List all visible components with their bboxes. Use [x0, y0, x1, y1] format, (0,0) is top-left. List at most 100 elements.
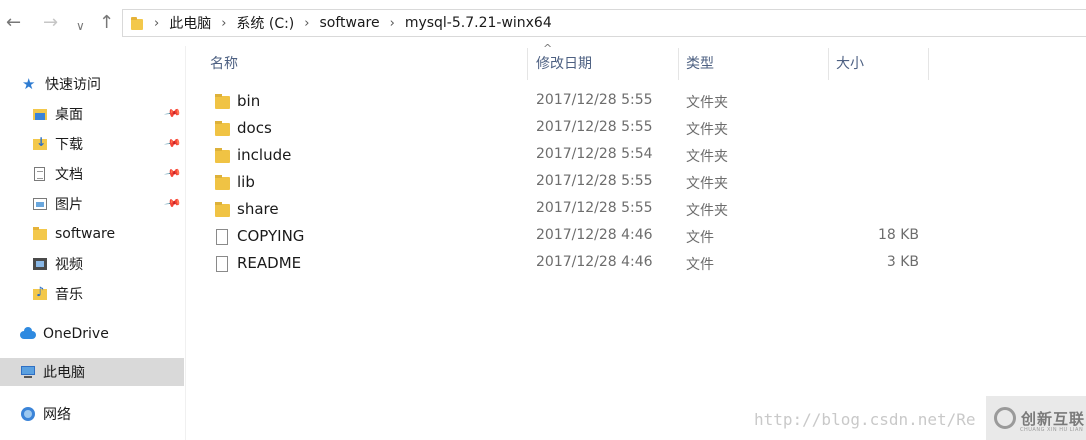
file-type: 文件夹	[686, 122, 728, 138]
downloads-folder-icon	[32, 135, 48, 152]
file-date: 2017/12/28 5:55	[536, 92, 653, 108]
file-date: 2017/12/28 5:55	[536, 200, 653, 216]
sidebar-item-label: 网络	[43, 407, 71, 423]
file-name: share	[237, 200, 279, 218]
file-row[interactable]: lib 2017/12/28 5:55 文件夹	[186, 169, 1086, 196]
folder-icon	[215, 94, 231, 110]
sidebar-item-music[interactable]: 音乐	[32, 280, 184, 308]
breadcrumb-separator-icon[interactable]: ›	[221, 16, 226, 31]
sidebar-item-label: 图片	[55, 197, 83, 213]
address-bar[interactable]: › 此电脑 › 系统 (C:) › software › mysql-5.7.2…	[122, 9, 1086, 37]
file-name: include	[237, 146, 292, 164]
folder-icon	[130, 16, 144, 30]
sidebar-item-onedrive[interactable]: OneDrive	[20, 320, 184, 348]
navigation-pane: ★ 快速访问 桌面 📌 下载 📌 文档 📌 图片 📌 software 视频 音…	[0, 46, 185, 440]
sidebar-item-label: 此电脑	[43, 365, 85, 381]
sidebar-item-label: 文档	[55, 167, 83, 183]
file-type: 文件	[686, 257, 714, 273]
breadcrumb-mysql-folder[interactable]: mysql-5.7.21-winx64	[405, 15, 552, 31]
file-row[interactable]: COPYING 2017/12/28 4:46 文件 18 KB	[186, 223, 1086, 250]
cloud-icon	[20, 326, 36, 342]
column-divider[interactable]	[527, 48, 528, 80]
file-date: 2017/12/28 5:55	[536, 119, 653, 135]
sidebar-item-videos[interactable]: 视频	[32, 250, 184, 278]
videos-folder-icon	[32, 256, 48, 272]
watermark-logo-subtext: CHUANG XIN HU LIAN	[1020, 427, 1084, 433]
folder-icon	[215, 175, 231, 191]
sidebar-item-label: 快速访问	[45, 77, 101, 93]
file-type: 文件夹	[686, 176, 728, 192]
sidebar-item-downloads[interactable]: 下载	[32, 130, 184, 158]
sidebar-item-label: 视频	[55, 257, 83, 273]
star-icon: ★	[22, 75, 36, 93]
column-header-row: ^ 名称 修改日期 类型 大小	[186, 42, 1086, 82]
sidebar-item-documents[interactable]: 文档	[32, 160, 184, 188]
music-folder-icon	[32, 285, 48, 302]
column-divider[interactable]	[678, 48, 679, 80]
column-header-name[interactable]: 名称	[210, 46, 238, 82]
breadcrumb-separator-icon[interactable]: ›	[304, 16, 309, 31]
network-icon	[20, 406, 36, 422]
file-size: 3 KB	[886, 254, 919, 270]
file-date: 2017/12/28 4:46	[536, 254, 653, 270]
sidebar-item-label: 下载	[55, 137, 83, 153]
file-row[interactable]: README 2017/12/28 4:46 文件 3 KB	[186, 250, 1086, 277]
sidebar-item-label: 音乐	[55, 287, 83, 303]
sidebar-item-pictures[interactable]: 图片	[32, 190, 184, 218]
sidebar-item-label: software	[55, 226, 116, 242]
file-row[interactable]: include 2017/12/28 5:54 文件夹	[186, 142, 1086, 169]
file-type: 文件	[686, 230, 714, 246]
folder-icon	[215, 202, 231, 218]
file-date: 2017/12/28 5:54	[536, 146, 653, 162]
file-type: 文件夹	[686, 149, 728, 165]
watermark-logo: 创新互联	[986, 396, 1086, 440]
folder-icon	[215, 148, 231, 164]
column-header-size[interactable]: 大小	[836, 46, 864, 82]
file-icon	[215, 256, 231, 272]
breadcrumb-software[interactable]: software	[319, 15, 379, 31]
file-type: 文件夹	[686, 203, 728, 219]
watermark-logo-text: 创新互联	[1021, 409, 1086, 428]
documents-folder-icon	[32, 166, 48, 182]
column-header-type[interactable]: 类型	[686, 46, 714, 82]
file-date: 2017/12/28 5:55	[536, 173, 653, 189]
sidebar-item-label: OneDrive	[43, 326, 109, 342]
back-arrow-icon[interactable]: ←	[6, 13, 21, 33]
file-row[interactable]: docs 2017/12/28 5:55 文件夹	[186, 115, 1086, 142]
folder-icon	[32, 226, 48, 242]
file-name: docs	[237, 119, 272, 137]
file-name: lib	[237, 173, 255, 191]
column-divider[interactable]	[928, 48, 929, 80]
column-header-date[interactable]: 修改日期	[536, 46, 592, 82]
pictures-folder-icon	[32, 196, 48, 212]
breadcrumb-separator-icon[interactable]: ›	[390, 16, 395, 31]
sidebar-item-software[interactable]: software	[32, 220, 184, 248]
file-name: COPYING	[237, 227, 305, 245]
sidebar-item-quick-access[interactable]: ★ 快速访问	[22, 70, 184, 98]
up-arrow-icon[interactable]: ↑	[99, 13, 114, 33]
desktop-folder-icon	[32, 106, 48, 122]
column-divider[interactable]	[828, 48, 829, 80]
breadcrumb-separator-icon[interactable]: ›	[154, 16, 159, 31]
file-type: 文件夹	[686, 95, 728, 111]
recent-locations-chevron-icon[interactable]: ∨	[76, 16, 85, 36]
file-size: 18 KB	[877, 227, 919, 243]
sidebar-item-label: 桌面	[55, 107, 83, 123]
file-date: 2017/12/28 4:46	[536, 227, 653, 243]
watermark-url: http://blog.csdn.net/Re	[754, 410, 976, 429]
breadcrumb-system-c[interactable]: 系统 (C:)	[236, 13, 294, 33]
sidebar-item-network[interactable]: 网络	[20, 400, 184, 428]
folder-icon	[215, 121, 231, 137]
file-icon	[215, 229, 231, 245]
computer-icon	[20, 364, 36, 380]
file-name: README	[237, 254, 302, 272]
file-row[interactable]: share 2017/12/28 5:55 文件夹	[186, 196, 1086, 223]
sidebar-item-desktop[interactable]: 桌面	[32, 100, 184, 128]
breadcrumb-this-pc[interactable]: 此电脑	[169, 13, 211, 33]
file-row[interactable]: bin 2017/12/28 5:55 文件夹	[186, 88, 1086, 115]
sidebar-item-this-pc[interactable]: 此电脑	[0, 358, 184, 386]
logo-circle-icon	[994, 407, 1016, 429]
forward-arrow-icon[interactable]: →	[43, 13, 58, 33]
file-name: bin	[237, 92, 261, 110]
address-toolbar: ← → ∨ ↑ › 此电脑 › 系统 (C:) › software › mys…	[0, 0, 1086, 46]
